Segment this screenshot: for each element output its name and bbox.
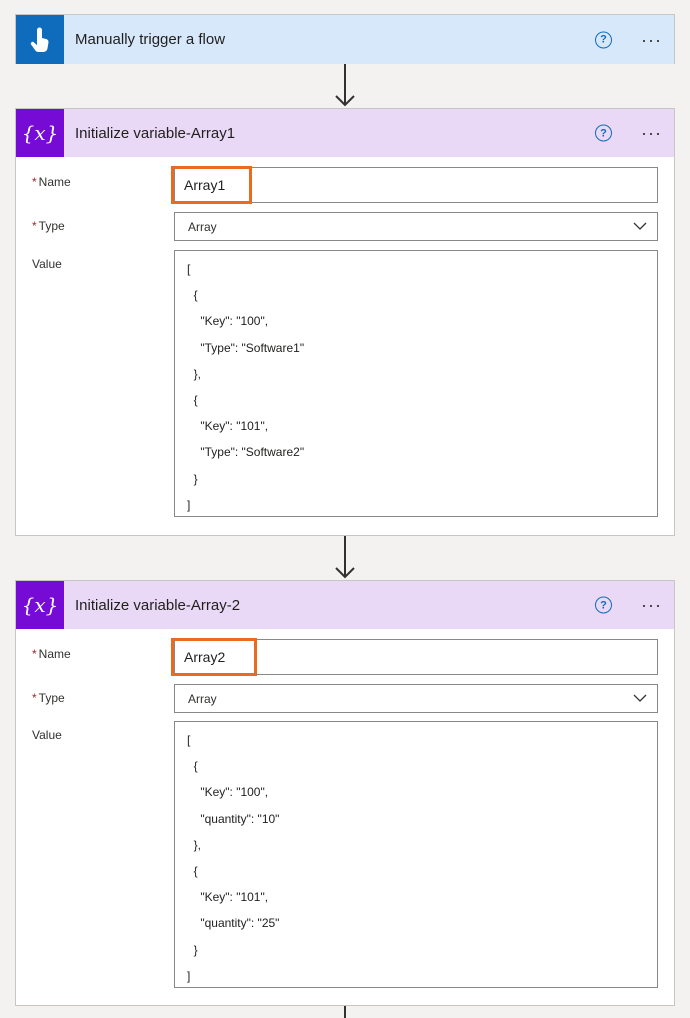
trigger-card[interactable]: Manually trigger a flow ? ··· [15, 14, 675, 64]
type-label-text: Type [38, 219, 65, 233]
trigger-title: Manually trigger a flow [75, 31, 226, 48]
value-line: { [187, 759, 198, 774]
value-line: { [187, 392, 198, 407]
variable-x-icon: {𝑥} [16, 109, 64, 157]
name-label-text: Name [38, 647, 71, 661]
required-mark: * [32, 647, 37, 661]
name-value: Array2 [184, 649, 226, 665]
value-line: }, [187, 366, 202, 381]
type-dropdown[interactable]: Array [174, 684, 658, 713]
value-line: [ [187, 733, 191, 747]
value-line: { [187, 863, 198, 878]
value-textarea[interactable]: [ { "Key": "100", "quantity": "10" }, { … [174, 721, 658, 988]
value-line: "quantity": "10" [187, 811, 280, 826]
action-card-array2[interactable]: {𝑥} Initialize variable-Array-2 ? ··· * N… [15, 580, 675, 1006]
value-line: "Key": "100", [187, 785, 269, 800]
name-field[interactable]: Array1 [171, 166, 658, 204]
value-label: Value [32, 728, 62, 742]
value-line: "Key": "101", [187, 419, 269, 434]
value-line: ] [187, 968, 191, 983]
value-line: "Key": "100", [187, 314, 269, 329]
name-label: * Name [32, 175, 71, 189]
value-line: "Type": "Software1" [187, 340, 305, 355]
more-ellipsis-icon[interactable]: ··· [641, 124, 662, 142]
name-label: * Name [32, 647, 71, 661]
value-textarea[interactable]: [ { "Key": "100", "Type": "Software1" },… [174, 250, 658, 517]
action-header[interactable]: {𝑥} Initialize variable-Array1 ? ··· [16, 109, 674, 157]
trigger-header[interactable]: Manually trigger a flow ? ··· [16, 15, 674, 64]
value-line: "quantity": "25" [187, 916, 280, 931]
name-label-text: Name [38, 175, 71, 189]
value-line: "Type": "Software2" [187, 445, 305, 460]
required-mark: * [32, 691, 37, 705]
name-value: Array1 [184, 177, 226, 193]
arrow-down-icon [344, 1006, 346, 1018]
action-title: Initialize variable-Array1 [75, 124, 236, 142]
arrow-down-icon [335, 64, 355, 107]
svg-text:{𝑥}: {𝑥} [22, 121, 58, 145]
required-mark: * [32, 219, 37, 233]
type-label: * Type [32, 691, 65, 705]
type-label-text: Type [38, 691, 65, 705]
value-line: }, [187, 837, 202, 852]
arrow-down-icon [335, 536, 355, 579]
type-value: Array [188, 692, 217, 706]
chevron-down-icon [633, 222, 647, 230]
value-line: [ [187, 262, 191, 276]
variable-x-icon: {𝑥} [16, 581, 64, 629]
value-line: } [187, 942, 198, 957]
type-value: Array [188, 220, 217, 234]
touch-hand-icon [16, 15, 64, 64]
required-mark: * [32, 175, 37, 189]
more-ellipsis-icon[interactable]: ··· [641, 596, 662, 614]
value-label: Value [32, 257, 62, 271]
more-ellipsis-icon[interactable]: ··· [641, 31, 662, 49]
value-line: { [187, 288, 198, 303]
action-title: Initialize variable-Array-2 [75, 596, 241, 614]
chevron-down-icon [633, 694, 647, 702]
action-header[interactable]: {𝑥} Initialize variable-Array-2 ? ··· [16, 581, 674, 629]
name-field[interactable]: Array2 [171, 638, 658, 676]
type-dropdown[interactable]: Array [174, 212, 658, 241]
help-circle-icon[interactable]: ? [595, 124, 612, 142]
svg-text:{𝑥}: {𝑥} [22, 593, 58, 617]
help-circle-icon[interactable]: ? [595, 596, 612, 614]
action-card-array1[interactable]: {𝑥} Initialize variable-Array1 ? ··· * Na… [15, 108, 675, 536]
value-line: } [187, 471, 198, 486]
value-line: ] [187, 497, 191, 512]
type-label: * Type [32, 219, 65, 233]
help-circle-icon[interactable]: ? [595, 31, 612, 48]
value-line: "Key": "101", [187, 890, 269, 905]
